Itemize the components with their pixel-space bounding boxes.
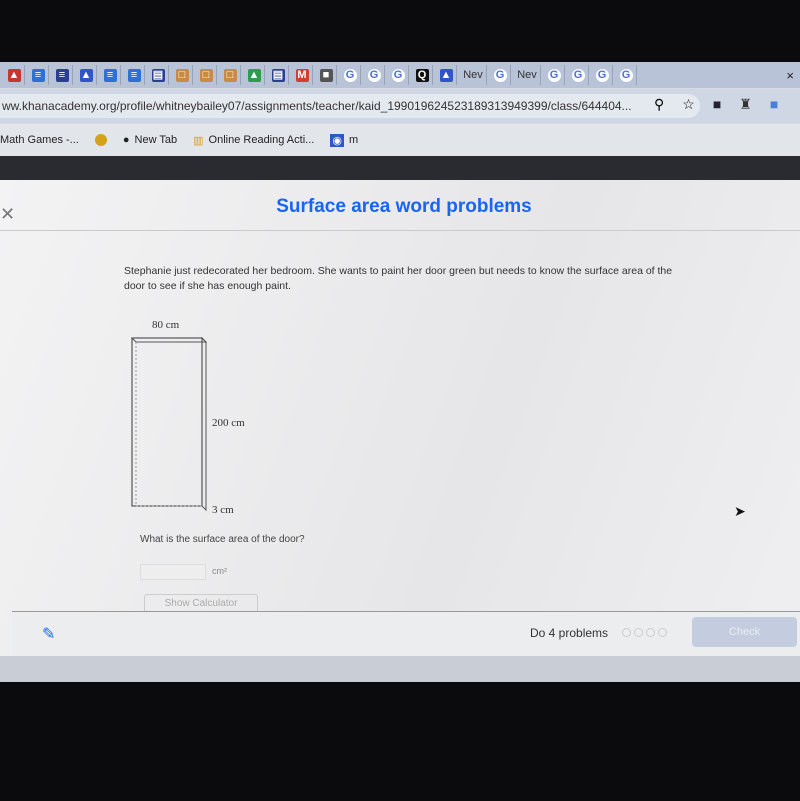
star-icon[interactable]: ☆ [682,96,695,113]
slides-icon: ▲ [7,68,21,82]
scratchpad-icon[interactable]: ✎ [42,624,55,644]
location-icon[interactable]: ⚲ [654,96,664,113]
drive-icon: ▲ [247,68,261,82]
browser-tab[interactable]: ≡ [124,65,145,85]
progress-dot [622,628,631,637]
browser-tab[interactable]: ▲ [244,65,265,85]
divider [0,156,800,180]
browser-tab[interactable]: ≡ [100,65,121,85]
question-text: What is the surface area of the door? [140,534,305,545]
bookmark-math-games[interactable]: Math Games -... [0,134,79,146]
screen-bottom [0,656,800,682]
circle-icon [94,134,107,146]
docs-icon: ≡ [103,68,117,82]
extension-icon[interactable]: ■ [713,96,721,113]
forms-icon: ▤ [151,68,165,82]
door-figure: 80 cm 200 cm 3 cm [130,320,245,516]
progress-dots [622,628,667,637]
bookmark-circle[interactable] [94,134,107,146]
tab-strip: ▲ ≡ ≡ ▲ ≡ ≡ ▤ □ □ □ ▲ ▤ M ■ G G G Q ▲ Nev G Nev G G G G × [0,62,800,88]
exercise-header: ✕ Surface area word problems [0,180,800,231]
close-tab-icon[interactable]: × [786,68,794,83]
browser-tab[interactable]: ■ [316,65,337,85]
browser-tab[interactable]: Q [412,65,433,85]
extension-icon[interactable]: ♜ [739,96,752,113]
google-icon: G [595,68,609,82]
browser-tab[interactable]: G [388,65,409,85]
tab-title: Nev [463,68,483,81]
slides-icon: □ [199,68,213,82]
classroom-icon: ▲ [439,68,453,82]
google-icon: G [571,68,585,82]
slides-icon: □ [175,68,189,82]
progress-dot [658,628,667,637]
progress-text: Do 4 problems [530,626,609,640]
height-label: 200 cm [212,417,245,429]
progress-dot [646,628,655,637]
docs-icon: ≡ [31,68,45,82]
forms-icon: ▤ [271,68,285,82]
browser-tab[interactable]: G [340,65,361,85]
sheets-icon: ≡ [55,68,69,82]
browser-tab[interactable]: ▲ [4,65,25,85]
quizlet-icon: Q [415,68,429,82]
google-icon: G [367,68,381,82]
screen: ▲ ≡ ≡ ▲ ≡ ≡ ▤ □ □ □ ▲ ▤ M ■ G G G Q ▲ Nev G Nev G G G G × ww.khana… [0,62,800,682]
browser-tab[interactable]: ▲ [76,65,97,85]
browser-tab[interactable]: G [544,65,565,85]
tab-title: Nev [517,68,537,81]
depth-label: 3 cm [212,504,234,516]
browser-tab[interactable]: G [592,65,613,85]
browser-tab[interactable]: ≡ [52,65,73,85]
classroom-icon: ▲ [79,68,93,82]
bookmarks-bar: Math Games -... ● New Tab ▥ Online Reading… [0,124,800,156]
bookmark-new-tab[interactable]: ● New Tab [123,134,177,146]
url-input[interactable]: ww.khanacademy.org/profile/whitneybailey… [0,94,700,118]
bookmark-m[interactable]: ◉ m [330,133,358,147]
show-calculator-button[interactable]: Show Calculator [144,594,258,611]
exercise-footer: ✎ Do 4 problems Check [12,611,800,656]
browser-tab[interactable]: G [616,65,637,85]
chat-icon: ■ [319,68,333,82]
google-icon: G [391,68,405,82]
gmail-icon: M [295,68,309,82]
browser-tab[interactable]: □ [172,65,193,85]
browser-tab[interactable]: M [292,65,313,85]
browser-tab[interactable]: G [568,65,589,85]
google-icon: G [547,68,561,82]
browser-tab[interactable]: ▤ [268,65,289,85]
page-title: Surface area word problems [276,196,532,217]
docs-icon: ≡ [127,68,141,82]
extension-icon[interactable]: ■ [770,96,778,113]
google-icon: G [343,68,357,82]
mouse-cursor-icon: ➤ [734,503,746,519]
chart-icon: ▥ [193,134,204,147]
google-icon: G [619,68,633,82]
browser-tab[interactable]: G [364,65,385,85]
check-button[interactable]: Check [692,617,797,647]
exercise-page: ✕ Surface area word problems Stephanie j… [0,180,800,656]
address-bar-row: ww.khanacademy.org/profile/whitneybailey… [0,89,800,123]
browser-tab[interactable]: □ [220,65,241,85]
slides-icon: □ [223,68,237,82]
unit-label: cm² [212,566,227,576]
width-label: 80 cm [152,320,180,331]
browser-tab[interactable]: Nev [460,65,487,85]
progress-dot [634,628,643,637]
browser-tab[interactable]: ▤ [148,65,169,85]
browser-tab[interactable]: G [490,65,511,85]
browser-tab[interactable]: □ [196,65,217,85]
bookmark-online-reading[interactable]: ▥ Online Reading Acti... [193,134,314,147]
globe-icon: ● [122,134,130,146]
google-icon: G [493,68,507,82]
answer-input[interactable] [140,564,206,580]
browser-tab[interactable]: Nev [514,65,541,85]
bookmark-app-icon: ◉ [330,133,344,147]
problem-text: Stephanie just redecorated her bedroom. … [124,265,673,292]
browser-tab[interactable]: ≡ [28,65,49,85]
browser-tab[interactable]: ▲ [436,65,457,85]
